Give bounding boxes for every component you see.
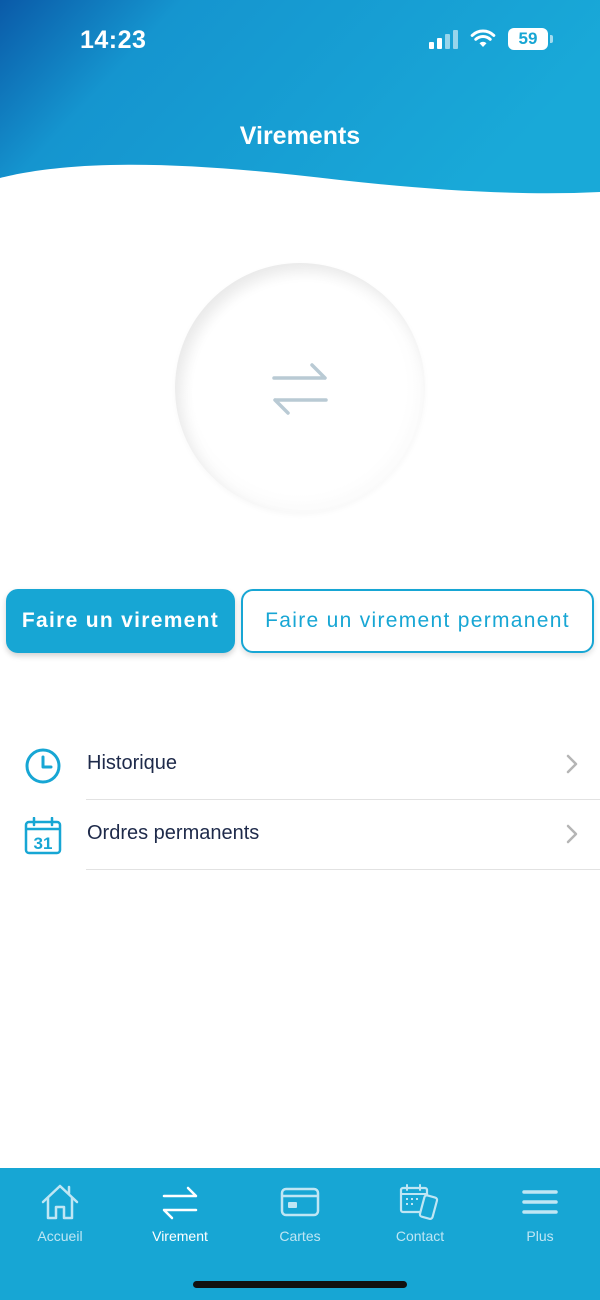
status-icons: 59	[429, 28, 553, 50]
chevron-right-icon	[566, 754, 578, 774]
transfer-icon	[162, 1186, 198, 1220]
page-title: Virements	[239, 122, 361, 150]
contact-icon	[399, 1184, 439, 1220]
calendar-icon-text: 31	[34, 834, 53, 853]
card-icon	[280, 1187, 320, 1217]
make-standing-transfer-button[interactable]: Faire un virement permanent	[241, 589, 594, 653]
home-indicator	[193, 1281, 407, 1288]
tab-label: Cartes	[279, 1228, 321, 1244]
transfer-arrows-icon	[272, 363, 328, 415]
menu-item-history[interactable]: Historique	[0, 730, 600, 800]
menu-item-standing-orders[interactable]: 31 Ordres permanents	[0, 800, 600, 870]
tab-transfer[interactable]: Virement	[120, 1182, 240, 1244]
chevron-right-icon	[566, 824, 578, 844]
tab-label: Plus	[526, 1228, 554, 1244]
tab-label: Contact	[395, 1228, 445, 1244]
tab-contact[interactable]: Contact	[360, 1182, 480, 1244]
menu-item-label: Historique	[87, 752, 178, 774]
home-icon	[41, 1184, 79, 1220]
menu-item-label: Ordres permanents	[87, 822, 260, 844]
battery-indicator: 59	[508, 28, 553, 50]
clock-icon	[25, 748, 61, 784]
tab-more[interactable]: Plus	[480, 1182, 600, 1244]
cellular-signal-icon	[429, 29, 458, 49]
hero-circle	[175, 263, 425, 513]
menu-icon	[522, 1190, 558, 1214]
transfers-screen: 14:23 59 Virements Faire un virement Fai…	[0, 0, 600, 1300]
header: 14:23 59 Virements	[0, 0, 600, 200]
status-time: 14:23	[80, 26, 147, 54]
tab-label: Accueil	[37, 1228, 83, 1244]
tab-cards[interactable]: Cartes	[240, 1182, 360, 1244]
divider	[86, 869, 600, 870]
wifi-icon	[470, 29, 496, 47]
make-transfer-button[interactable]: Faire un virement	[6, 589, 235, 653]
tab-home[interactable]: Accueil	[0, 1182, 120, 1244]
calendar-icon: 31	[24, 817, 62, 855]
tab-label: Virement	[152, 1228, 208, 1244]
